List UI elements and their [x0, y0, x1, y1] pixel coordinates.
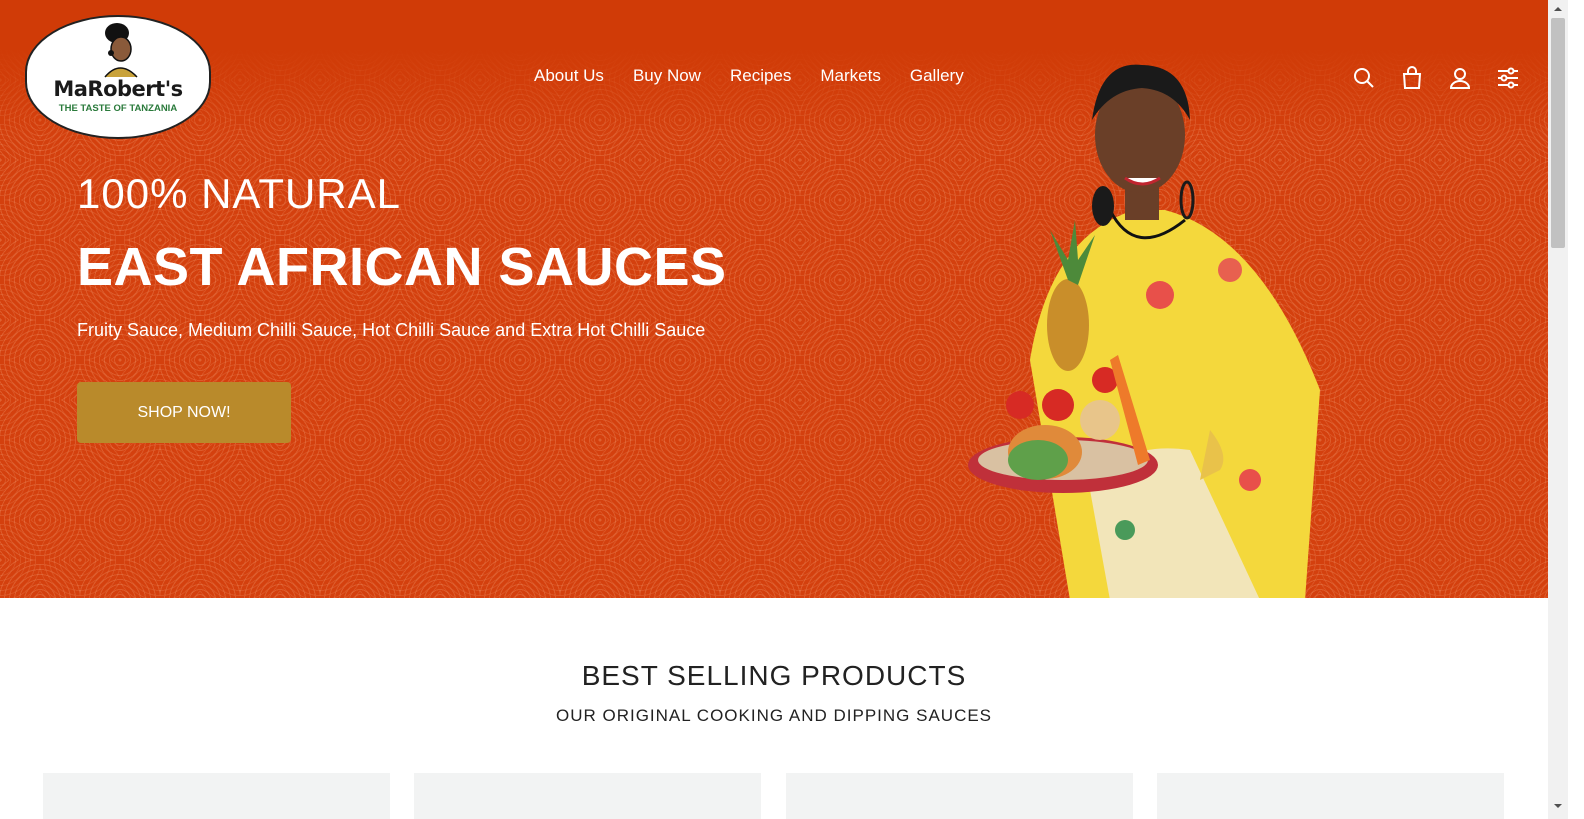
hero-banner: MaRobert's THE TASTE OF TANZANIA About U…: [0, 0, 1548, 598]
product-card-4[interactable]: [1157, 773, 1504, 819]
cart-icon[interactable]: [1400, 66, 1424, 90]
page: MaRobert's THE TASTE OF TANZANIA About U…: [0, 0, 1548, 819]
logo-portrait-icon: [104, 23, 138, 78]
shop-now-button[interactable]: SHOP NOW!: [77, 382, 291, 443]
product-card-3[interactable]: [786, 773, 1133, 819]
product-card-2[interactable]: [414, 773, 761, 819]
scroll-down-arrow-icon[interactable]: [1552, 800, 1564, 812]
search-icon[interactable]: [1352, 66, 1376, 90]
scroll-up-arrow-icon[interactable]: [1552, 3, 1564, 15]
logo-name: MaRobert's: [53, 77, 183, 101]
hero-headline-sauces: EAST AFRICAN SAUCES: [77, 237, 727, 297]
nav-buy-now[interactable]: Buy Now: [633, 66, 701, 86]
hero-subline: Fruity Sauce, Medium Chilli Sauce, Hot C…: [77, 320, 706, 340]
section-title: BEST SELLING PRODUCTS: [581, 660, 967, 691]
main-nav: About Us Buy Now Recipes Markets Gallery: [534, 66, 964, 86]
header-icons: [1352, 66, 1520, 90]
hero-woman-with-fruit-basket-image: [968, 64, 1320, 598]
brand-logo[interactable]: MaRobert's THE TASTE OF TANZANIA: [25, 15, 211, 139]
nav-about-us[interactable]: About Us: [534, 66, 604, 86]
hero-headline-natural: 100% NATURAL: [77, 170, 402, 217]
nav-recipes[interactable]: Recipes: [730, 66, 791, 86]
logo-tagline: THE TASTE OF TANZANIA: [58, 103, 178, 114]
filter-settings-icon[interactable]: [1496, 66, 1520, 90]
scrollbar-thumb[interactable]: [1551, 18, 1565, 248]
nav-gallery[interactable]: Gallery: [910, 66, 964, 86]
product-card-1[interactable]: [43, 773, 390, 819]
account-icon[interactable]: [1448, 66, 1472, 90]
nav-markets[interactable]: Markets: [820, 66, 880, 86]
section-subtitle: OUR ORIGINAL COOKING AND DIPPING SAUCES: [555, 706, 993, 725]
